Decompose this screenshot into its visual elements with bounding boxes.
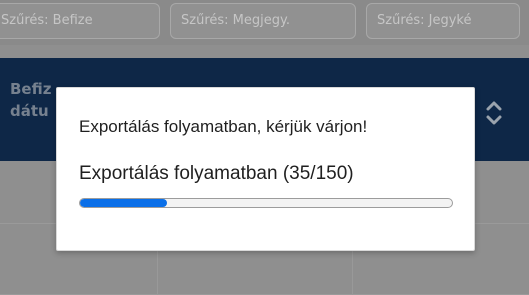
export-progress-dialog: Exportálás folyamatban, kérjük várjon! E… <box>56 87 475 251</box>
filter-input-megjegyzes[interactable]: Szűrés: Megjegy. <box>170 3 356 39</box>
progress-bar <box>79 198 453 208</box>
dialog-message: Exportálás folyamatban, kérjük várjon! <box>79 117 368 136</box>
filter-bar: Szűrés: Befize Szűrés: Megjegy. Szűrés: … <box>0 0 529 45</box>
filter-input-befizetes[interactable]: Szűrés: Befize <box>0 3 160 39</box>
progress-text: Exportálás folyamatban (35/150) <box>79 163 354 184</box>
chevron-up-down-icon[interactable] <box>480 96 508 130</box>
progress-bar-fill <box>80 199 167 207</box>
filter-input-jegykep[interactable]: Szűrés: Jegyké <box>366 3 520 39</box>
